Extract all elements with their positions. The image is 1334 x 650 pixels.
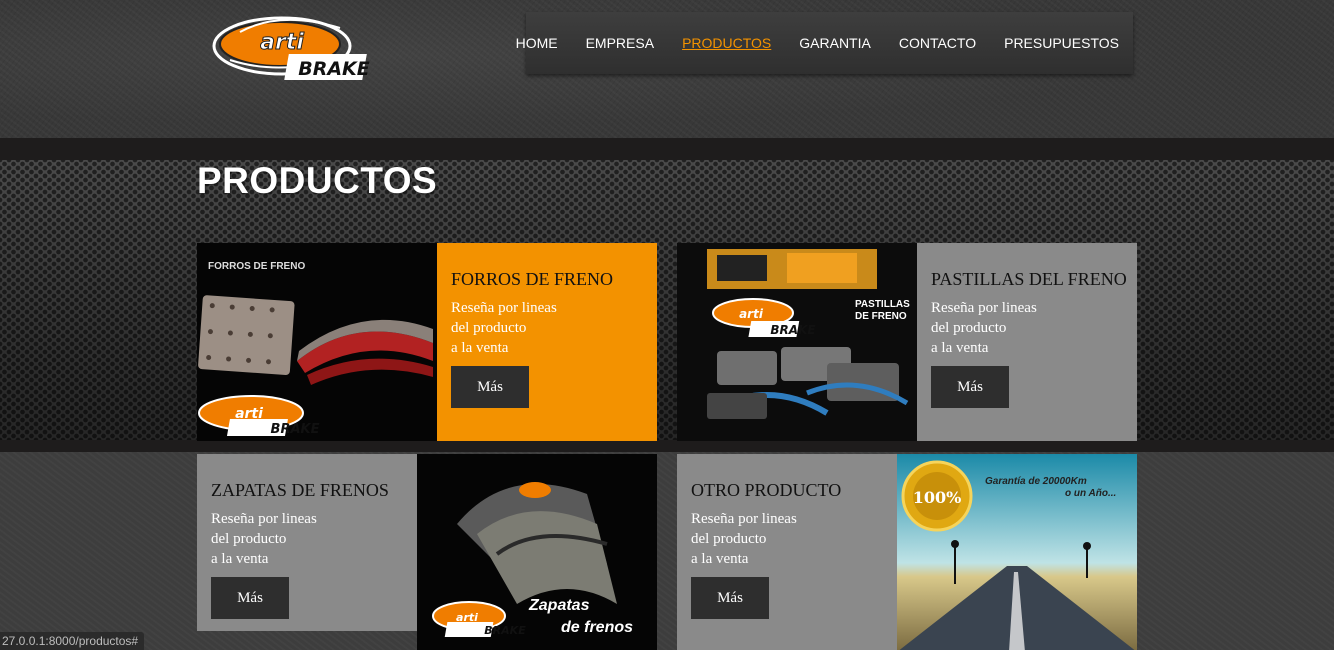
product-panel: ZAPATAS DE FRENOS Reseña por lineas del … bbox=[197, 454, 417, 631]
more-button[interactable]: Más bbox=[211, 577, 289, 619]
divider-band bbox=[0, 138, 1334, 160]
nav-item-empresa[interactable]: EMPRESA bbox=[586, 35, 654, 51]
svg-text:arti: arti bbox=[739, 307, 764, 321]
product-description: Reseña por lineas del producto a la vent… bbox=[931, 300, 1037, 356]
product-image-garantia: 100% Garantía de 20000Km o un Año... bbox=[897, 454, 1137, 650]
svg-text:BRAKE: BRAKE bbox=[298, 58, 370, 80]
more-button[interactable]: Más bbox=[691, 577, 769, 619]
nav-item-contacto[interactable]: CONTACTO bbox=[899, 35, 976, 51]
product-description: Reseña por lineas del producto a la vent… bbox=[691, 511, 797, 567]
product-description: Reseña por lineas del producto a la vent… bbox=[211, 511, 317, 567]
divider-band bbox=[0, 440, 1334, 452]
product-panel: OTRO PRODUCTO Reseña por lineas del prod… bbox=[677, 454, 897, 650]
product-description: Reseña por lineas del producto a la vent… bbox=[451, 300, 557, 356]
product-panel: FORROS DE FRENO Reseña por lineas del pr… bbox=[437, 243, 657, 441]
product-card-forros: FORROS DE FRENO arti BRAKE FORROS DE FRE… bbox=[197, 243, 657, 441]
svg-text:PASTILLASDE FRENO: PASTILLAS DE FRENO bbox=[855, 299, 910, 322]
product-image-zapatas: arti BRAKE Zapatas de frenos bbox=[417, 454, 657, 650]
nav-item-garantia[interactable]: GARANTIA bbox=[799, 35, 871, 51]
product-card-zapatas: ZAPATAS DE FRENOS Reseña por lineas del … bbox=[197, 454, 657, 650]
product-card-pastillas: arti BRAKE PASTILLAS DE FRENO PASTILLAS D… bbox=[677, 243, 1137, 441]
product-title: ZAPATAS DE FRENOS bbox=[211, 480, 389, 500]
status-bar-url: 27.0.0.1:8000/productos# bbox=[0, 632, 145, 650]
more-button[interactable]: Más bbox=[451, 366, 529, 408]
product-card-otro: OTRO PRODUCTO Reseña por lineas del prod… bbox=[677, 454, 1137, 650]
product-image-pastillas: arti BRAKE PASTILLAS DE FRENO bbox=[677, 243, 917, 441]
page-title: PRODUCTOS bbox=[197, 160, 438, 201]
nav-item-home[interactable]: HOME bbox=[516, 35, 558, 51]
product-title: OTRO PRODUCTO bbox=[691, 480, 842, 500]
svg-text:FORROS DE FRENO: FORROS DE FRENO bbox=[208, 261, 305, 272]
nav-item-productos[interactable]: PRODUCTOS bbox=[682, 35, 771, 51]
svg-text:100%: 100% bbox=[913, 488, 962, 507]
product-title: PASTILLAS DEL FRENO bbox=[931, 269, 1127, 289]
product-panel: PASTILLAS DEL FRENO Reseña por lineas de… bbox=[917, 243, 1137, 441]
nav-item-presupuestos[interactable]: PRESUPUESTOS bbox=[1004, 35, 1119, 51]
artibrake-logo[interactable]: arti BRAKE bbox=[210, 2, 380, 86]
svg-text:BRAKE: BRAKE bbox=[770, 323, 816, 337]
svg-text:Zapatasde frenos: Zapatas de frenos bbox=[528, 597, 633, 636]
svg-text:BRAKE: BRAKE bbox=[484, 624, 526, 637]
product-image-forros: FORROS DE FRENO arti BRAKE bbox=[197, 243, 437, 441]
more-button[interactable]: Más bbox=[931, 366, 1009, 408]
main-navigation: HOME EMPRESA PRODUCTOS GARANTIA CONTACTO… bbox=[516, 12, 1133, 74]
product-title: FORROS DE FRENO bbox=[451, 269, 614, 289]
svg-text:BRAKE: BRAKE bbox=[271, 422, 320, 437]
svg-text:arti: arti bbox=[260, 30, 304, 55]
